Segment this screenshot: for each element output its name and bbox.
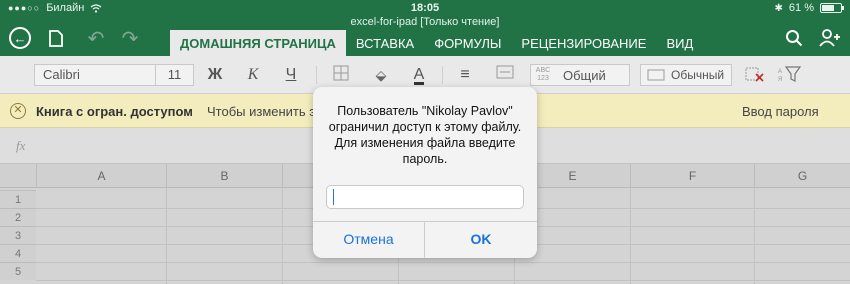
toolbar-divider: [442, 66, 443, 84]
file-icon: [49, 29, 63, 47]
file-button[interactable]: [44, 26, 68, 50]
info-bar-message: Чтобы изменить э: [207, 104, 316, 119]
cell-style-label: Обычный: [671, 68, 725, 82]
tab-view[interactable]: ВИД: [656, 30, 703, 56]
grid-line: [36, 280, 850, 281]
font-color-icon: A: [413, 66, 425, 85]
share-button[interactable]: [818, 26, 842, 50]
row-header[interactable]: 2: [0, 208, 36, 226]
undo-button[interactable]: ↶: [84, 26, 108, 50]
text-cursor: [333, 189, 334, 205]
select-all-corner[interactable]: [0, 164, 36, 188]
cell-style-picker[interactable]: Обычный: [640, 64, 732, 86]
grid-line: [630, 188, 631, 284]
enter-password-link[interactable]: Ввод пароля: [742, 104, 819, 119]
number-format-icon: ABC 123: [535, 67, 551, 82]
sort-filter-button[interactable]: A Я: [778, 65, 802, 85]
bluetooth-icon: ✱: [774, 2, 783, 14]
row-header[interactable]: 1: [0, 190, 36, 208]
tab-insert[interactable]: ВСТАВКА: [346, 30, 424, 56]
row-header[interactable]: 5: [0, 262, 36, 280]
borders-icon: [333, 65, 349, 81]
number-format-picker[interactable]: ABC 123 Общий: [530, 64, 630, 86]
ok-button[interactable]: OK: [425, 221, 537, 258]
font-name: Calibri: [43, 67, 80, 82]
paint-bucket-icon: ⬙: [375, 67, 387, 83]
back-arrow-icon: ←: [9, 27, 31, 49]
search-icon: [786, 30, 803, 47]
tab-formulas[interactable]: ФОРМУЛЫ: [424, 30, 511, 56]
status-bar-right: ✱ 61 %: [774, 2, 844, 14]
italic-button[interactable]: К: [242, 65, 264, 85]
tab-home[interactable]: ДОМАШНЯЯ СТРАНИЦА: [170, 30, 346, 56]
svg-text:Я: Я: [778, 77, 782, 83]
ribbon-tabs: ДОМАШНЯЯ СТРАНИЦА ВСТАВКА ФОРМУЛЫ РЕЦЕНЗ…: [170, 30, 703, 56]
battery-percent: 61 %: [788, 2, 814, 14]
grid-line: [754, 188, 755, 284]
cancel-button[interactable]: Отмена: [313, 221, 424, 258]
wrap-text-icon: [496, 65, 514, 79]
align-button[interactable]: ≡: [454, 65, 476, 85]
toolbar-divider: [316, 66, 317, 84]
clear-icon: [745, 67, 764, 82]
password-input[interactable]: [326, 185, 524, 209]
bold-button[interactable]: Ж: [204, 65, 226, 85]
fill-color-button[interactable]: ⬙: [370, 65, 392, 85]
clear-button[interactable]: [744, 65, 766, 85]
fx-icon: fx: [16, 138, 26, 153]
svg-text:A: A: [778, 69, 782, 75]
row-header[interactable]: 4: [0, 244, 36, 262]
dialog-message: Пользователь "Nikolay Pavlov" ограничил …: [328, 104, 522, 166]
app-header: ●●●○○ Билайн 18:05 ✱ 61 % excel-for-ipad…: [0, 0, 850, 56]
font-picker[interactable]: Calibri 11: [34, 64, 194, 86]
grid-line: [166, 188, 167, 284]
back-button[interactable]: ←: [8, 26, 32, 50]
column-header[interactable]: F: [630, 164, 754, 188]
number-format-label: Общий: [563, 67, 606, 83]
column-header[interactable]: B: [166, 164, 282, 188]
clock: 18:05: [410, 2, 440, 14]
password-dialog: Пользователь "Nikolay Pavlov" ограничил …: [313, 87, 537, 258]
underline-button[interactable]: Ч: [280, 65, 302, 85]
grid-line: [36, 262, 850, 263]
column-header[interactable]: A: [36, 164, 166, 188]
font-color-button[interactable]: A: [408, 65, 430, 85]
row-header[interactable]: 3: [0, 226, 36, 244]
search-button[interactable]: [782, 26, 806, 50]
battery-icon: [820, 3, 844, 13]
close-circle-icon[interactable]: ✕: [10, 103, 26, 119]
sort-filter-icon: A Я: [778, 66, 802, 83]
align-left-icon: ≡: [460, 66, 470, 83]
undo-icon: ↶: [87, 27, 105, 50]
grid-line: [282, 188, 283, 284]
info-bar-title: Книга с огран. доступом: [36, 104, 193, 119]
redo-icon: ↷: [121, 27, 139, 50]
borders-button[interactable]: [330, 65, 352, 85]
tab-review[interactable]: РЕЦЕНЗИРОВАНИЕ: [511, 30, 656, 56]
font-size[interactable]: 11: [155, 65, 193, 85]
column-header[interactable]: G: [754, 164, 850, 188]
cell-style-icon: [647, 69, 665, 81]
wrap-text-button[interactable]: [494, 65, 516, 85]
add-person-icon: [819, 29, 840, 47]
redo-button[interactable]: ↷: [118, 26, 142, 50]
